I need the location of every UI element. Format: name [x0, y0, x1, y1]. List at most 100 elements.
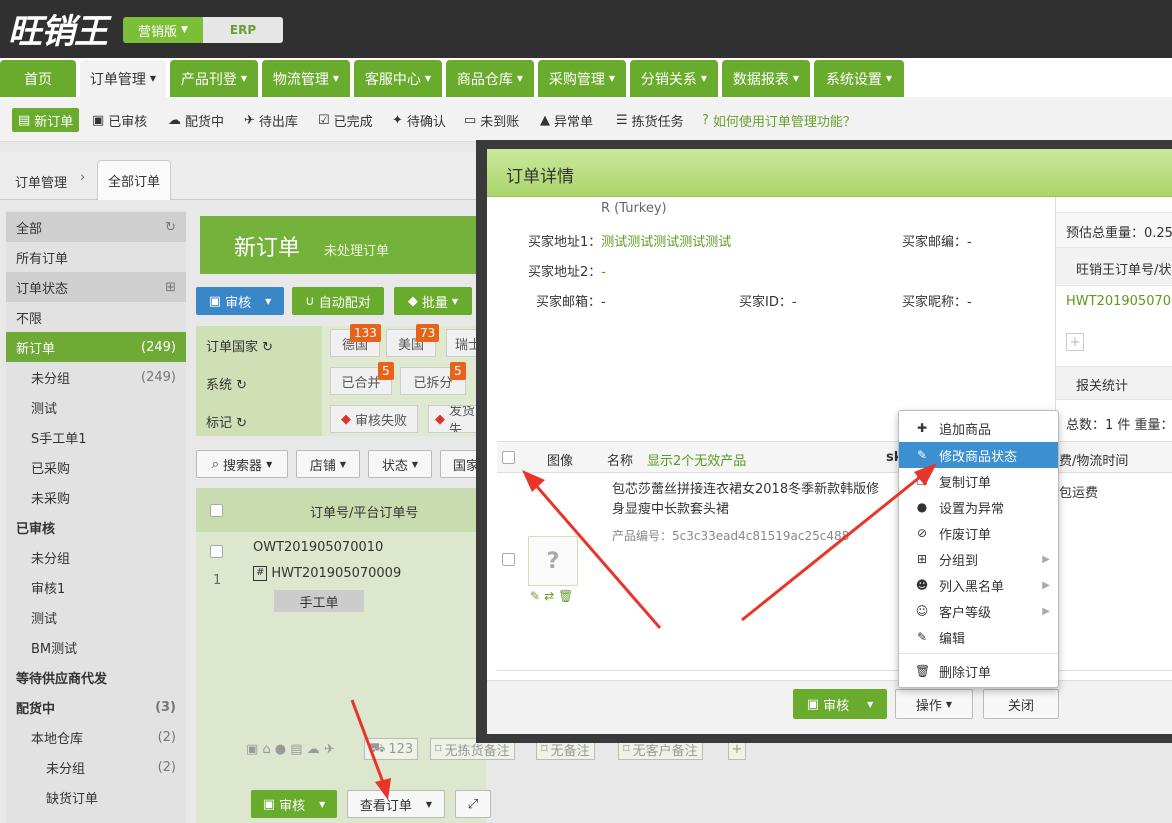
add-icon[interactable]: +: [1066, 333, 1084, 351]
edit-icon[interactable]: ✎: [530, 589, 540, 603]
menu-divider: [899, 653, 1058, 654]
product-checkbox[interactable]: [502, 553, 515, 566]
edition-dropdown[interactable]: 营销版 ▼: [123, 17, 203, 43]
nav-tab-orders[interactable]: 订单管理 ▼: [80, 60, 166, 97]
quantity-value: 123: [388, 741, 414, 757]
plane-icon: ✈: [244, 112, 255, 128]
chip-label: 审核失败: [354, 413, 407, 429]
sidebar-item[interactable]: 已审核: [6, 512, 186, 542]
sidebar-item[interactable]: 全部 ↻: [6, 212, 186, 242]
bookmark-icon: ⌑: [623, 741, 630, 757]
menu-item-group-to[interactable]: ⊞ 分组到 ▶: [899, 546, 1058, 572]
batch-dropdown-button[interactable]: ◆ 批量 ▼: [394, 287, 472, 315]
breadcrumb-root[interactable]: 订单管理: [15, 172, 67, 191]
menu-item-copy-order[interactable]: ❐ 复制订单: [899, 468, 1058, 494]
nav-tab-warehouse[interactable]: 商品仓库 ▼: [446, 60, 534, 97]
subnav-to-confirm[interactable]: ✦ 待确认: [392, 108, 446, 132]
refresh-icon[interactable]: ↻: [165, 220, 176, 235]
tab-all-orders[interactable]: 全部订单: [97, 160, 171, 200]
sidebar-item[interactable]: 配货中 (3): [6, 692, 186, 722]
sitemap-icon[interactable]: ⊞: [165, 280, 176, 295]
swap-icon[interactable]: ⇄: [544, 589, 554, 603]
menu-item-customer-level[interactable]: ☺ 客户等级 ▶: [899, 598, 1058, 624]
gift-icon: ▣: [806, 696, 820, 712]
modal-header: [487, 149, 1172, 197]
subnav-exceptions[interactable]: ▲ 异常单: [540, 108, 593, 132]
sidebar-item[interactable]: 订单状态 ⊞: [6, 272, 186, 302]
sidebar-item[interactable]: 新订单 (249): [6, 332, 186, 362]
subnav-completed[interactable]: ☑ 已完成: [318, 108, 373, 132]
order-no-value[interactable]: HWT20190507000: [1066, 294, 1172, 309]
store-dropdown[interactable]: 店铺 ▼: [296, 450, 360, 478]
product-title[interactable]: 包芯莎蕾丝拼接连衣裙女2018冬季新款韩版修身显瘦中长款套头裙: [612, 480, 892, 520]
menu-item-blacklist[interactable]: ☻ 列入黑名单 ▶: [899, 572, 1058, 598]
view-order-button[interactable]: 查看订单 ▼: [347, 790, 445, 818]
count-badge: 5: [378, 362, 394, 380]
edition-toggle[interactable]: 营销版 ▼ ERP: [123, 17, 283, 43]
audit-dropdown-button[interactable]: ▣ 审核 ▼: [196, 287, 284, 315]
sidebar-item[interactable]: 已采购: [6, 452, 186, 482]
menu-item-mark-exception[interactable]: ● 设置为异常: [899, 494, 1058, 520]
select-all-checkbox[interactable]: [210, 504, 223, 517]
sidebar-item[interactable]: BM测试: [6, 632, 186, 662]
subnav-approved[interactable]: ▣ 已审核: [92, 108, 147, 132]
nav-tab-purchase[interactable]: 采购管理 ▼: [538, 60, 626, 97]
sidebar-item-label: 本地仓库: [31, 731, 84, 747]
sidebar-item-label: 审核1: [31, 581, 66, 597]
subnav-pick-tasks[interactable]: ☰ 拣货任务: [616, 108, 684, 132]
row-audit-button[interactable]: ▣ 审核 ▼: [251, 790, 337, 818]
row-checkbox[interactable]: [210, 545, 223, 558]
show-invalid-products-link[interactable]: 显示2个无效产品: [647, 450, 746, 469]
sidebar-item[interactable]: 测试: [6, 602, 186, 632]
nav-tab-listing[interactable]: 产品刊登 ▼: [170, 60, 258, 97]
erp-switch[interactable]: ERP: [203, 17, 283, 43]
close-button[interactable]: 关闭: [983, 689, 1059, 719]
expand-button[interactable]: ⤢: [455, 790, 491, 818]
ban-icon: ⊘: [916, 526, 928, 540]
auto-match-button[interactable]: ∪ 自动配对: [292, 287, 384, 315]
sidebar-item[interactable]: 未采购: [6, 482, 186, 512]
subnav-picking[interactable]: ☁ 配货中: [168, 108, 224, 132]
nav-tab-label: 订单管理: [89, 71, 146, 88]
sidebar-item[interactable]: 本地仓库 (2): [6, 722, 186, 752]
menu-item-delete-order[interactable]: 🗑 删除订单: [899, 658, 1058, 684]
menu-label: 客户等级: [939, 605, 992, 621]
nav-tab-home[interactable]: 首页: [0, 60, 76, 97]
platform-order-number[interactable]: HWT201905070009: [271, 566, 401, 581]
order-number[interactable]: OWT201905070010: [253, 540, 383, 555]
sidebar-item[interactable]: 缺货订单: [6, 782, 186, 812]
menu-item-change-product-status[interactable]: ✎ 修改商品状态: [899, 442, 1058, 468]
button-label: 关闭: [1007, 698, 1034, 714]
sidebar-item[interactable]: 等待供应商代发: [6, 662, 186, 692]
sidebar-item[interactable]: 未分组 (249): [6, 362, 186, 392]
subnav-unpaid[interactable]: ▭ 未到账: [464, 108, 519, 132]
sidebar-item[interactable]: 测试: [6, 392, 186, 422]
select-all-products-checkbox[interactable]: [502, 451, 515, 464]
menu-item-edit[interactable]: ✎ 编辑: [899, 624, 1058, 650]
action-dropdown-button[interactable]: 操作 ▼: [895, 689, 973, 719]
menu-item-add-product[interactable]: ✚ 追加商品: [899, 415, 1058, 441]
sidebar-item[interactable]: 不限: [6, 302, 186, 332]
subnav-help-link[interactable]: ? 如何使用订单管理功能？: [702, 108, 856, 132]
nav-tab-logistics[interactable]: 物流管理 ▼: [262, 60, 350, 97]
subnav-new-orders[interactable]: ▤ 新订单: [12, 108, 80, 132]
sidebar-item[interactable]: S手工单1: [6, 422, 186, 452]
subnav-pending-ship[interactable]: ✈ 待出库: [244, 108, 298, 132]
nav-tab-distribution[interactable]: 分销关系 ▼: [630, 60, 718, 97]
status-dropdown[interactable]: 状态 ▼: [368, 450, 432, 478]
searcher-dropdown[interactable]: ⌕ 搜索器 ▼: [196, 450, 288, 478]
nav-tab-settings[interactable]: 系统设置 ▼: [814, 60, 904, 97]
trash-icon[interactable]: 🗑: [558, 589, 573, 603]
mark-chip[interactable]: ◆ 审核失败: [330, 405, 418, 433]
nav-tab-service[interactable]: 客服中心 ▼: [354, 60, 442, 97]
subnav-label: 异常单: [554, 114, 594, 130]
modal-audit-button[interactable]: ▣ 审核 ▼: [793, 689, 887, 719]
sidebar-item[interactable]: 未分组: [6, 542, 186, 572]
alert-icon: ●: [916, 500, 928, 514]
nav-tab-reports[interactable]: 数据报表 ▼: [722, 60, 810, 97]
menu-item-void-order[interactable]: ⊘ 作废订单: [899, 520, 1058, 546]
sidebar-item[interactable]: 所有订单: [6, 242, 186, 272]
sidebar-item[interactable]: 审核1: [6, 572, 186, 602]
refresh-icon: ↻: [262, 340, 274, 355]
sidebar-item[interactable]: 未分组 (2): [6, 752, 186, 782]
